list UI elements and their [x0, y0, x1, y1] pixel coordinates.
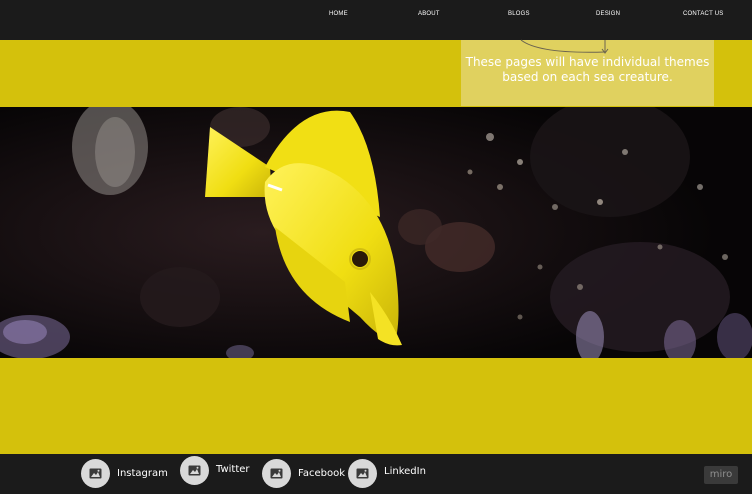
social-linkedin-link[interactable]: LinkedIn [348, 459, 426, 488]
annotation-text: These pages will have individual themes … [465, 55, 710, 84]
connector-arrow-icon [520, 39, 609, 54]
social-instagram-link[interactable]: Instagram [81, 459, 168, 488]
nav-about-link[interactable]: ABOUT [418, 11, 440, 17]
nav-contact-link[interactable]: CONTACT US [683, 11, 723, 17]
image-icon [81, 459, 110, 488]
image-placeholder-icon [188, 465, 201, 476]
nav-home-link[interactable]: HOME [329, 11, 348, 17]
image-icon [180, 456, 209, 485]
yellow-tang-fish-photo [0, 107, 752, 358]
image-icon [262, 459, 291, 488]
miro-badge[interactable]: miro [704, 466, 738, 484]
instagram-label: Instagram [117, 468, 168, 479]
image-placeholder-icon [356, 468, 369, 479]
social-twitter-link[interactable]: Twitter [180, 456, 250, 485]
nav-design-link[interactable]: DESIGN [596, 11, 620, 17]
top-nav-bar: HOME ABOUT BLOGS DESIGN CONTACT US [0, 0, 752, 40]
image-placeholder-icon [270, 468, 283, 479]
social-facebook-link[interactable]: Facebook [262, 459, 345, 488]
bottom-accent-band [0, 358, 752, 454]
nav-blogs-link[interactable]: BLOGS [508, 11, 530, 17]
image-icon [348, 459, 377, 488]
hero-image [0, 107, 752, 358]
facebook-label: Facebook [298, 468, 345, 479]
linkedin-label: LinkedIn [384, 465, 426, 477]
image-placeholder-icon [89, 468, 102, 479]
twitter-label: Twitter [216, 463, 250, 475]
